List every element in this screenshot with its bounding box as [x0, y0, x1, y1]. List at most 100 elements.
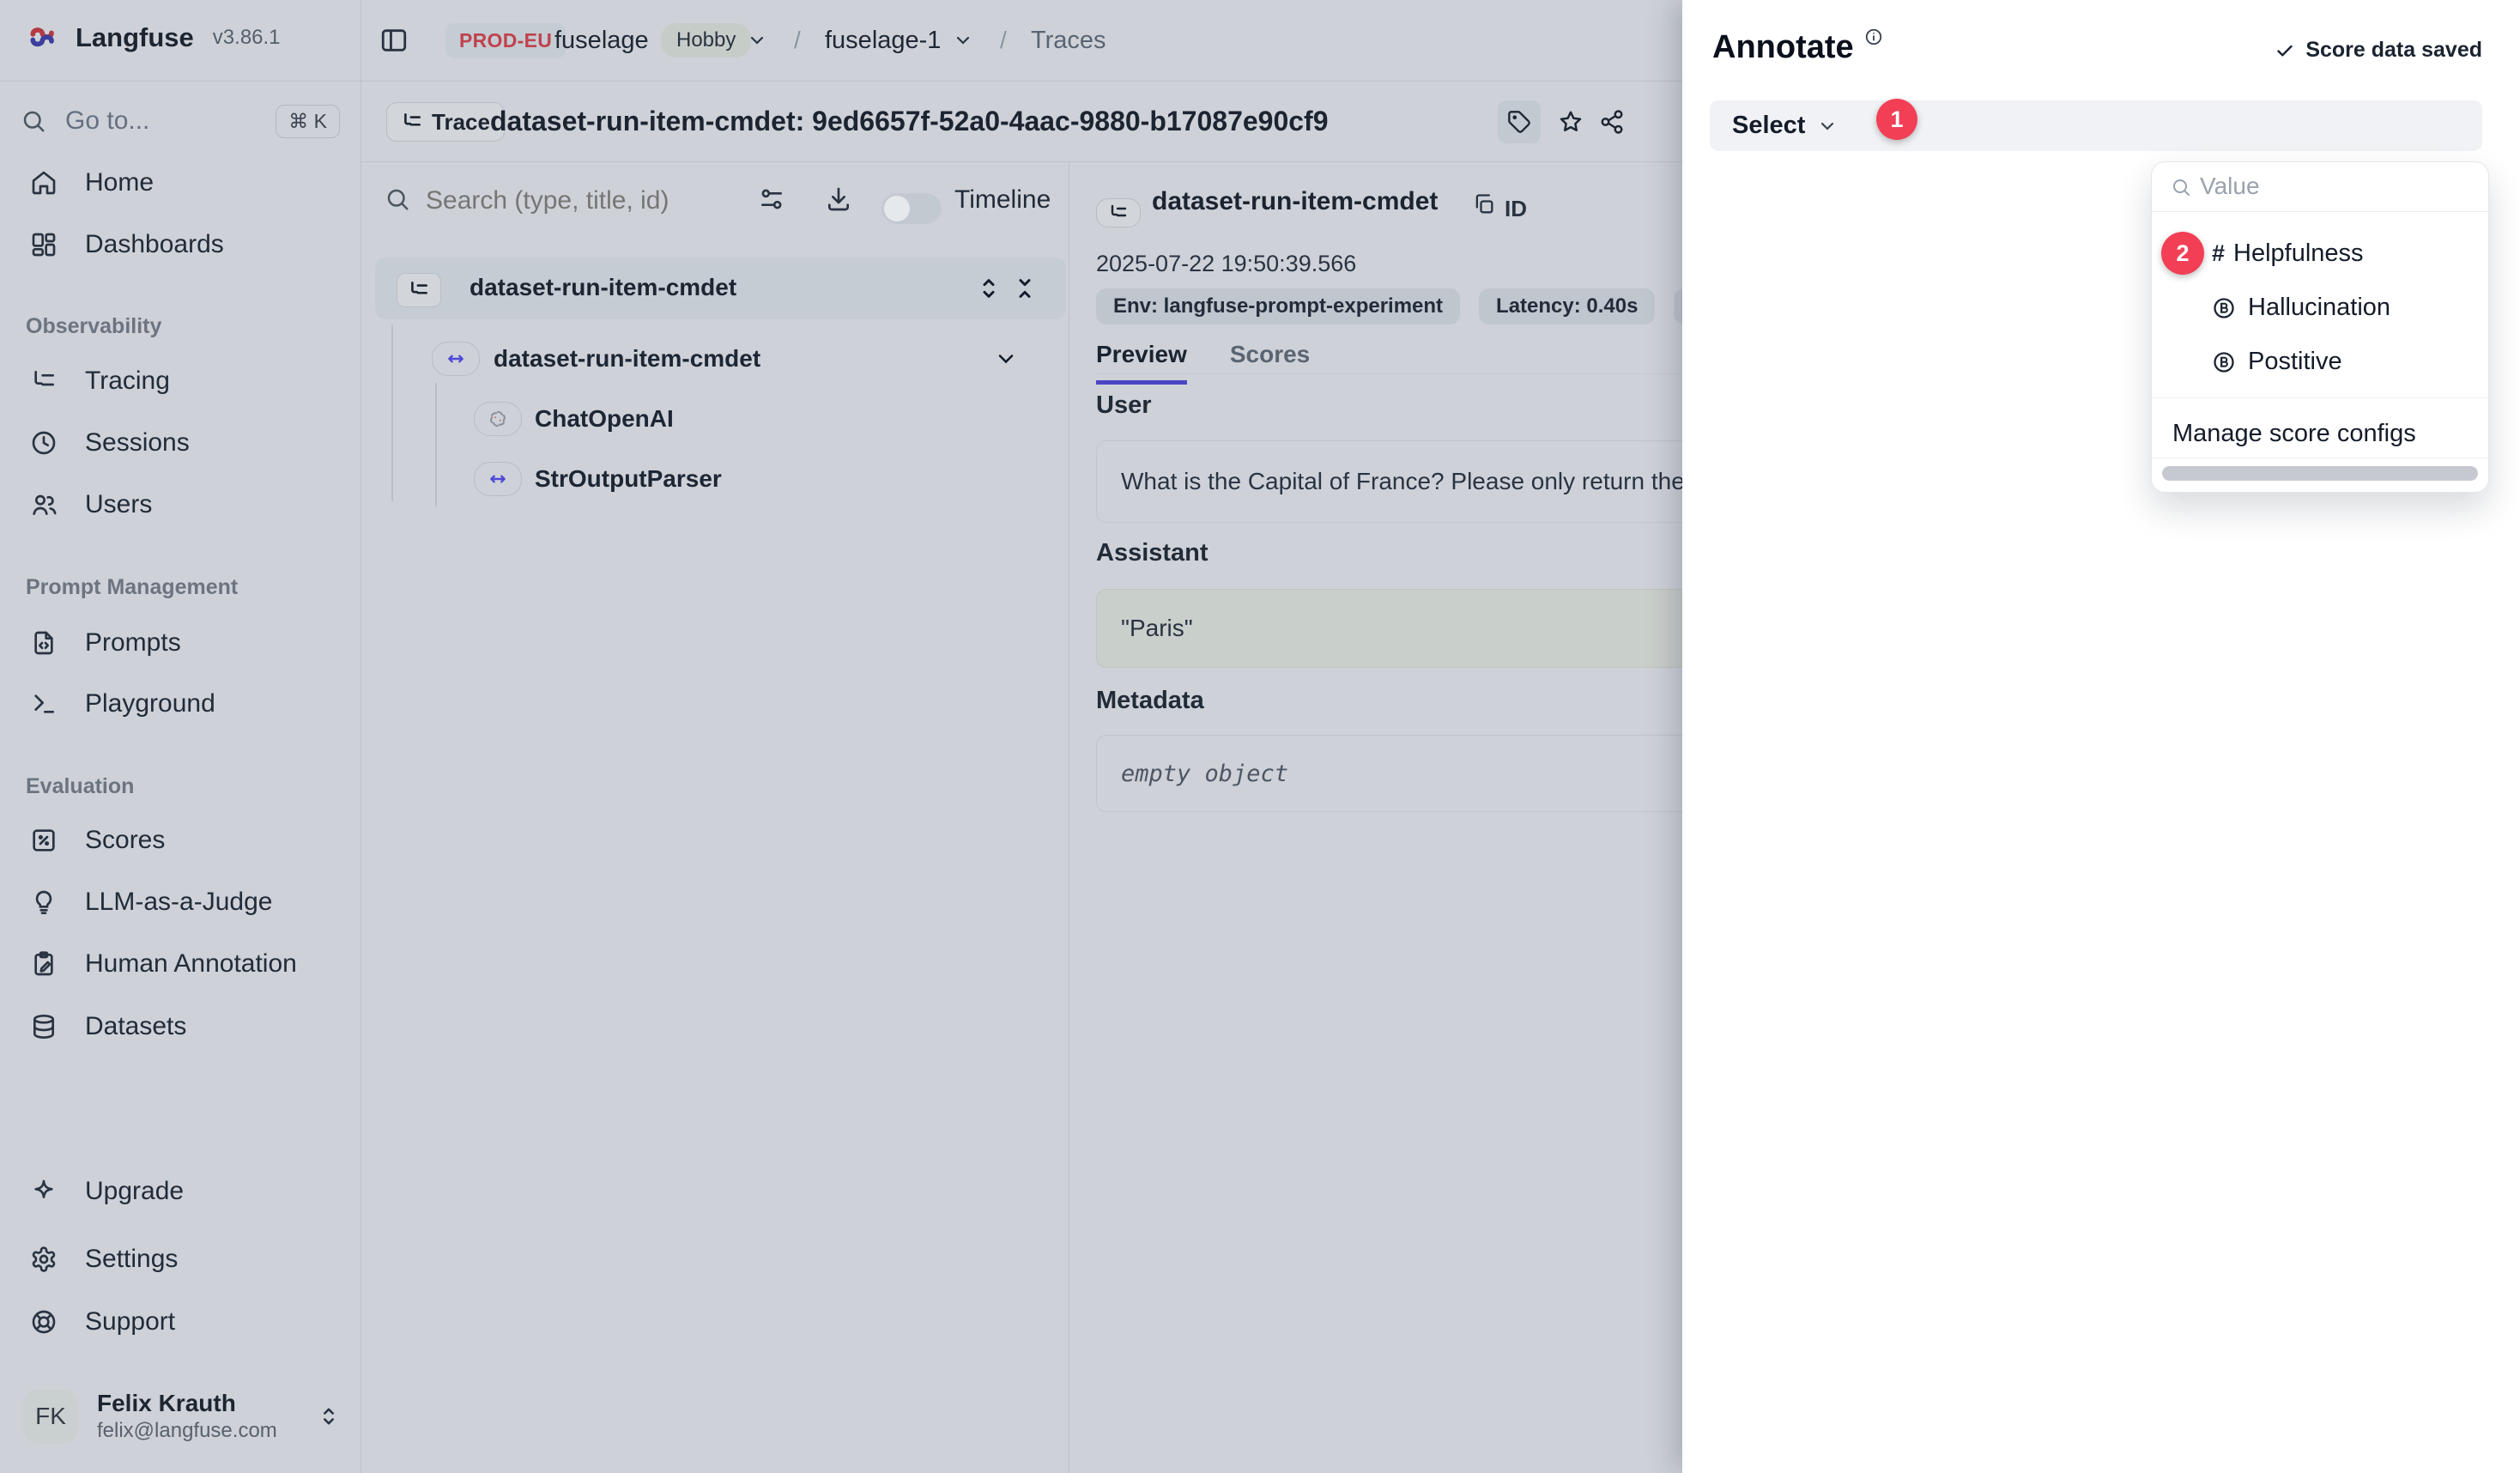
select-count-badge: 1 [1876, 99, 1917, 140]
section-evaluation: Evaluation [26, 774, 134, 799]
sidebar-item-home[interactable]: Home [30, 161, 154, 205]
star-icon[interactable] [1549, 100, 1592, 143]
tree-row-stroutputparser[interactable]: StrOutputParser [474, 462, 1032, 496]
dropdown-item-hallucination[interactable]: Hallucination [2152, 281, 2488, 335]
sidebar-item-datasets[interactable]: Datasets [30, 1004, 186, 1049]
sidebar-item-label: Tracing [85, 367, 170, 396]
filter-settings-icon[interactable] [758, 185, 785, 213]
sidebar-item-label: Home [85, 168, 154, 197]
breadcrumb-org[interactable]: fuselage [554, 0, 649, 81]
trace-type-chip: Trace [386, 102, 505, 142]
dropdown-item-postitive[interactable]: Postitive [2152, 335, 2488, 389]
sidebar-item-human-annotation[interactable]: Human Annotation [30, 942, 297, 986]
search-icon [21, 108, 46, 134]
tree-grandchild-label: StrOutputParser [535, 465, 722, 493]
dropdown-divider [2152, 397, 2488, 398]
home-icon [30, 169, 58, 197]
section-prompt-management: Prompt Management [26, 575, 238, 600]
chevron-down-icon[interactable] [953, 0, 973, 81]
assistant-message-text: "Paris" [1121, 615, 1193, 642]
boolean-score-icon [2212, 350, 2236, 374]
breadcrumb-project[interactable]: fuselage-1 [825, 0, 941, 81]
sidebar-item-scores[interactable]: Scores [30, 818, 165, 863]
sidebar-item-support[interactable]: Support [30, 1300, 175, 1344]
dropdown-scrollbar[interactable] [2152, 458, 2488, 493]
tag-icon[interactable] [1498, 100, 1541, 143]
brand-version: v3.86.1 [213, 26, 281, 50]
trace-chip-icon [397, 273, 441, 307]
expand-all-icon[interactable] [976, 276, 1002, 301]
chevrons-up-down-icon [317, 1404, 341, 1428]
scrollbar-thumb[interactable] [2162, 466, 2478, 481]
goto-shortcut: ⌘ K [276, 105, 340, 138]
search-icon [2171, 177, 2191, 197]
tree-search-row: Timeline [360, 161, 1069, 256]
sidebar-item-users[interactable]: Users [30, 482, 152, 527]
sidebar-item-label: Scores [85, 826, 165, 855]
lifebuoy-icon [30, 1308, 58, 1336]
sidebar-item-tracing[interactable]: Tracing [30, 359, 170, 403]
score-select-bar: Select 1 [1710, 100, 2482, 151]
dropdown-search-input[interactable] [2198, 172, 2459, 201]
tree-row-chatopenai[interactable]: ChatOpenAI [474, 402, 1032, 436]
collapse-all-icon[interactable] [1012, 276, 1038, 301]
sidebar-item-llm-judge[interactable]: LLM-as-a-Judge [30, 880, 272, 924]
env-badge: PROD-EU [445, 0, 566, 81]
sidebar-item-label: Prompts [85, 628, 181, 658]
tree-row-child[interactable]: dataset-run-item-cmdet [432, 342, 1050, 376]
trace-title: dataset-run-item-cmdet: 9ed6657f-52a0-4a… [490, 81, 1329, 161]
brand: Langfuse v3.86.1 [26, 21, 281, 55]
download-icon[interactable] [825, 185, 852, 213]
observation-title: dataset-run-item-cmdet [1152, 187, 1438, 216]
span-type-icon [432, 342, 480, 376]
breadcrumb-separator: / [794, 0, 801, 81]
breadcrumb-page: Traces [1031, 0, 1106, 81]
trace-chip-icon [1096, 198, 1141, 227]
sidebar-item-label: Dashboards [85, 230, 224, 259]
check-icon [2275, 40, 2295, 61]
tab-preview[interactable]: Preview [1096, 341, 1187, 385]
goto-search-button[interactable]: Go to... ⌘ K [21, 98, 340, 144]
tree-root-label: dataset-run-item-cmdet [469, 274, 736, 301]
plan-badge: Hobby [661, 0, 751, 81]
user-menu[interactable]: FK Felix Krauth felix@langfuse.com [23, 1384, 341, 1449]
sparkle-icon [30, 1178, 58, 1205]
sidebar-item-upgrade[interactable]: Upgrade [30, 1169, 184, 1214]
sidebar-item-label: LLM-as-a-Judge [85, 888, 272, 917]
id-label: ID [1505, 196, 1527, 222]
score-saved-status: Score data saved [2275, 38, 2482, 63]
copy-id-button[interactable] [1472, 192, 1496, 216]
avatar: FK [23, 1389, 78, 1444]
sidebar-item-sessions[interactable]: Sessions [30, 421, 190, 465]
timeline-toggle[interactable] [881, 193, 942, 224]
chevron-down-icon[interactable] [994, 347, 1018, 371]
span-type-icon [474, 462, 522, 496]
indent-guide [391, 324, 393, 501]
tree-row-root-selected[interactable]: dataset-run-item-cmdet [375, 258, 1066, 319]
sidebar-item-settings[interactable]: Settings [30, 1237, 178, 1282]
sidebar-item-label: Upgrade [85, 1177, 184, 1206]
sidebar-item-dashboards[interactable]: Dashboards [30, 222, 224, 267]
clock-icon [30, 429, 58, 457]
toggle-knob [884, 196, 910, 221]
sidebar-item-prompts[interactable]: Prompts [30, 621, 181, 665]
metadata-text: empty object [1121, 761, 1288, 787]
sidebar-item-label: Human Annotation [85, 949, 297, 979]
share-icon[interactable] [1590, 100, 1633, 143]
latency-badge: Latency: 0.40s [1479, 288, 1655, 324]
score-select-button[interactable]: Select [1732, 100, 1838, 151]
sidebar-item-label: Users [85, 490, 152, 519]
tab-scores[interactable]: Scores [1230, 341, 1310, 385]
panel-left-toggle[interactable] [373, 19, 415, 62]
manage-score-configs-link[interactable]: Manage score configs [2172, 416, 2416, 451]
info-icon[interactable] [1864, 27, 1883, 46]
search-icon [385, 186, 410, 212]
helpfulness-count-badge: 2 [2161, 232, 2204, 275]
lightbulb-icon [30, 888, 58, 916]
sidebar-item-playground[interactable]: Playground [30, 682, 215, 726]
tree-search-input[interactable] [424, 185, 736, 216]
trace-tree-icon [30, 367, 58, 395]
chevron-down-icon[interactable] [747, 0, 767, 81]
top-bar: PROD-EU fuselage Hobby / fuselage-1 / Tr… [360, 0, 1682, 82]
sidebar-item-label: Sessions [85, 428, 190, 458]
